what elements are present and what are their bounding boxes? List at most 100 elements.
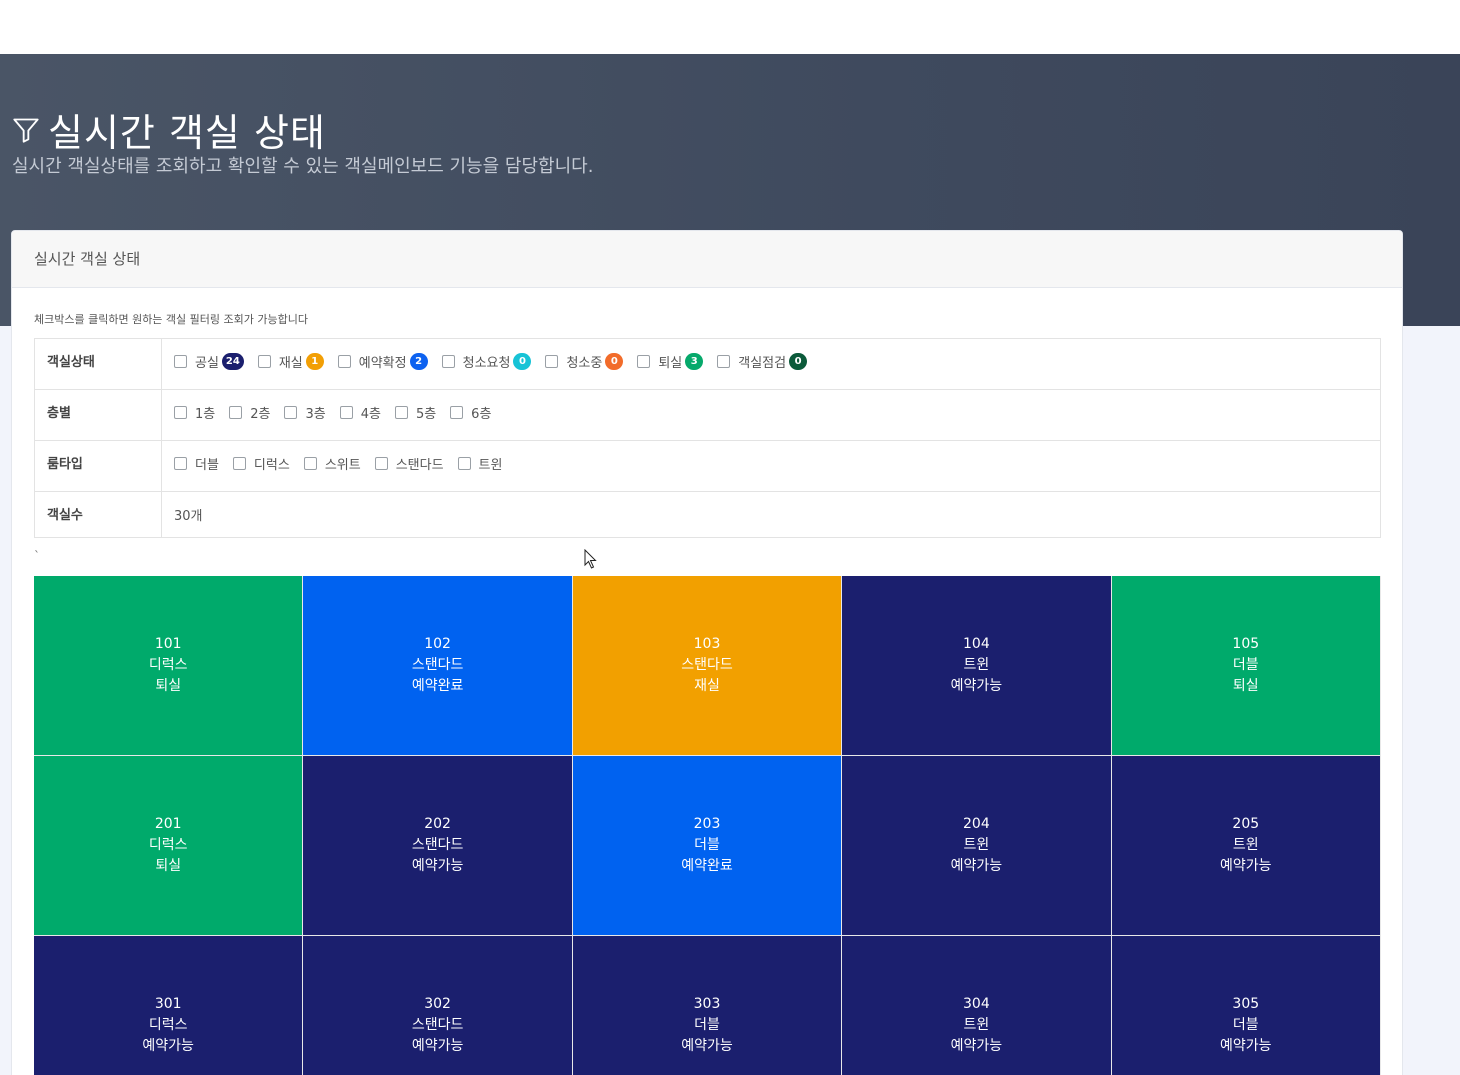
filter-row-count: 객실수 30개 [34, 491, 1381, 538]
room-tile[interactable]: 104 트윈 예약가능 [842, 576, 1112, 756]
status-option[interactable]: 퇴실 3 [637, 352, 704, 371]
room-tile[interactable]: 203 더블 예약완료 [572, 756, 843, 936]
status-option[interactable]: 재실 1 [257, 352, 324, 371]
checkbox[interactable] [284, 406, 298, 419]
checkbox[interactable] [174, 355, 187, 368]
filter-row-status: 객실상태 공실 24 재실 1 예약확정 2 청소요청 0 청소중 0 퇴실 3 객실점검 0 [34, 338, 1381, 390]
top-bar [0, 0, 1460, 54]
room-type-option-label: 디럭스 [253, 458, 290, 473]
mouse-cursor-icon [584, 549, 597, 569]
floor-option[interactable]: 5층 [394, 403, 436, 422]
filter-label-status: 객실상태 [34, 338, 162, 390]
checkbox[interactable] [229, 406, 243, 419]
checkbox[interactable] [545, 355, 559, 368]
room-type: 더블 [694, 1017, 720, 1033]
checkbox[interactable] [441, 355, 455, 368]
floor-option[interactable]: 6층 [450, 403, 491, 422]
status-option[interactable]: 객실점검 0 [717, 352, 808, 371]
room-status: 예약가능 [950, 1038, 1003, 1054]
checkbox[interactable] [717, 355, 731, 368]
room-status: 퇴실 [155, 678, 182, 694]
room-type-option[interactable]: 더블 [174, 454, 219, 473]
room-status: 예약가능 [1220, 1038, 1272, 1054]
filter-label-count: 객실수 [34, 491, 162, 538]
room-status: 예약가능 [681, 1038, 733, 1054]
floor-option-label: 3층 [305, 407, 326, 422]
status-option[interactable]: 예약확정 2 [337, 352, 428, 371]
room-number: 105 [1232, 636, 1260, 652]
room-type-option[interactable]: 트윈 [457, 454, 503, 473]
room-status: 퇴실 [155, 858, 182, 874]
floor-option-label: 4층 [360, 407, 381, 422]
room-tile[interactable]: 105 더블 퇴실 [1111, 576, 1381, 756]
room-number: 205 [1232, 816, 1260, 832]
status-option[interactable]: 청소중 0 [545, 352, 624, 371]
room-type-option-label: 트윈 [478, 458, 503, 473]
room-tile[interactable]: 305 더블 예약가능 [1111, 936, 1381, 1075]
room-tile[interactable]: 205 트윈 예약가능 [1111, 756, 1381, 936]
checkbox[interactable] [457, 457, 471, 470]
room-status: 예약가능 [950, 678, 1003, 694]
room-number: 305 [1232, 996, 1260, 1012]
room-type: 트윈 [1232, 837, 1259, 853]
room-type: 스탠다드 [411, 1017, 464, 1033]
room-tile[interactable]: 204 트윈 예약가능 [842, 756, 1112, 936]
room-type-option-label: 더블 [195, 458, 219, 473]
room-tile[interactable]: 302 스탠다드 예약가능 [303, 936, 573, 1075]
floor-option[interactable]: 4층 [339, 403, 381, 422]
checkbox[interactable] [394, 406, 408, 419]
room-tile[interactable]: 101 디럭스퇴실 [34, 576, 304, 756]
floor-option[interactable]: 3층 [284, 403, 326, 422]
filter-label-room-type: 룸타입 [34, 440, 162, 492]
room-tile[interactable]: 201 디럭스 퇴실 [34, 756, 304, 936]
status-count-badge: 2 [409, 353, 428, 370]
room-number: 202 [424, 816, 451, 832]
floor-option-label: 6층 [471, 407, 492, 422]
room-type-option[interactable]: 스위트 [303, 454, 361, 473]
room-type: 디럭스 [148, 657, 188, 673]
status-option[interactable]: 청소요청 0 [441, 352, 532, 371]
room-type-option[interactable]: 스탠다드 [374, 454, 444, 473]
room-type-option[interactable]: 디럭스 [232, 454, 290, 473]
checkbox[interactable] [257, 355, 271, 368]
status-option[interactable]: 공실 24 [174, 352, 244, 371]
room-tile[interactable]: 303 더블 예약가능 [572, 936, 843, 1075]
room-tile[interactable]: 102 스탠다드 예약완료 [303, 576, 573, 756]
room-number: 103 [693, 636, 721, 652]
room-status: 예약가능 [142, 1038, 194, 1054]
room-type-option-label: 스탠다드 [395, 458, 444, 473]
room-type: 더블 [694, 837, 720, 853]
room-number: 301 [154, 996, 182, 1012]
room-tile[interactable]: 301 디럭스 예약가능 [34, 936, 304, 1075]
room-type: 더블 [1232, 657, 1259, 673]
room-status: 재실 [694, 678, 720, 694]
room-status-card: 실시간 객실 상태 체크박스를 클릭하면 원하는 객실 필터링 조회가 가능합니… [11, 230, 1403, 1075]
room-status: 예약완료 [681, 858, 733, 874]
checkbox[interactable] [174, 457, 187, 470]
checkbox[interactable] [374, 457, 388, 470]
checkbox[interactable] [339, 406, 353, 419]
card-title: 실시간 객실 상태 [12, 231, 1402, 288]
checkbox[interactable] [232, 457, 246, 470]
filter-row-floor: 층별 1층 2층 3층 4층 5층 6층 [34, 389, 1381, 441]
checkbox[interactable] [174, 406, 187, 419]
room-number: 101 [154, 636, 182, 652]
page-title: 실시간 객실 상태 [48, 111, 326, 155]
status-count-badge: 24 [221, 353, 244, 370]
filter-row-room-type: 룸타입 더블 디럭스 스위트 스탠다드 트윈 [34, 440, 1381, 492]
room-tile[interactable]: 103 스탠다드재실 [572, 576, 843, 756]
checkbox[interactable] [637, 355, 651, 368]
checkbox[interactable] [337, 355, 351, 368]
floor-option[interactable]: 1층 [174, 403, 215, 422]
checkbox[interactable] [303, 457, 317, 470]
checkbox[interactable] [450, 406, 464, 419]
room-type: 트윈 [963, 1017, 990, 1033]
floor-option[interactable]: 2층 [229, 403, 270, 422]
room-type: 트윈 [963, 837, 990, 853]
room-type-option-label: 스위트 [324, 458, 361, 473]
status-option-label: 청소요청 [462, 356, 511, 371]
room-tile[interactable]: 202 스탠다드 예약가능 [303, 756, 573, 936]
room-number: 102 [424, 636, 451, 652]
room-type: 스탠다드 [681, 657, 733, 673]
room-tile[interactable]: 304 트윈 예약가능 [842, 936, 1112, 1075]
